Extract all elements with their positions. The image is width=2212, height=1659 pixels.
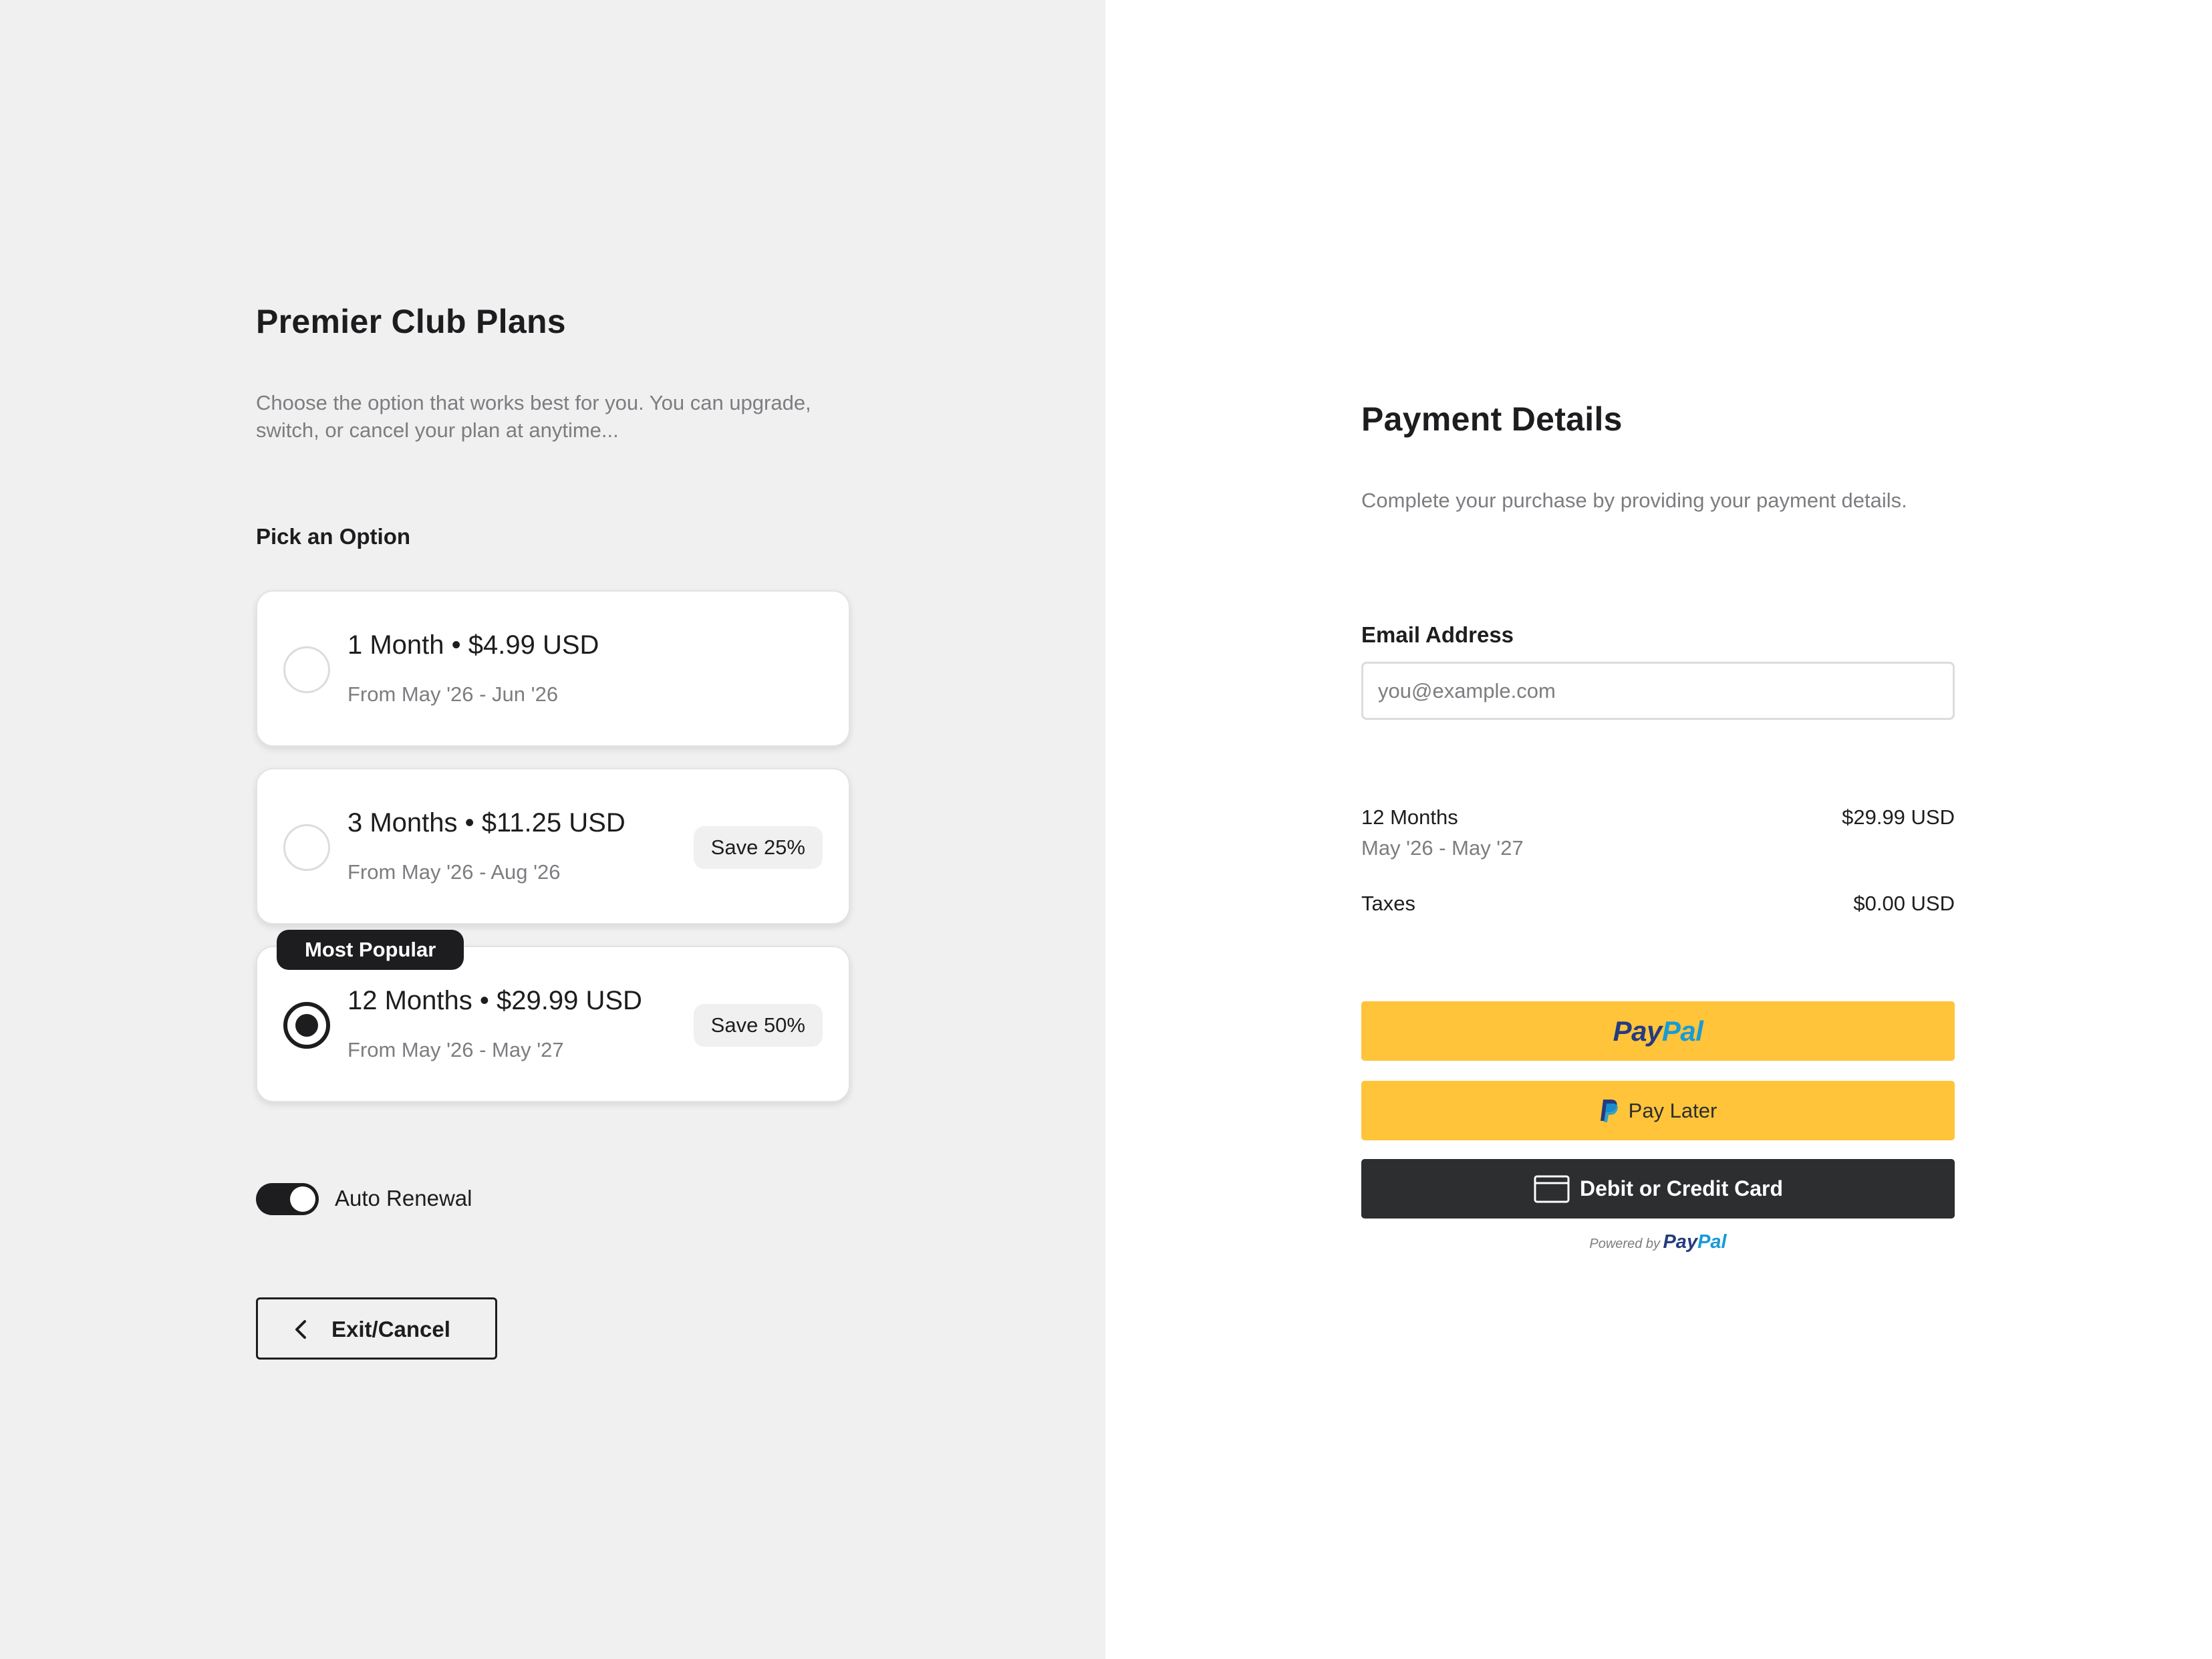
- toggle-knob: [290, 1186, 315, 1212]
- pick-option-label: Pick an Option: [256, 524, 411, 549]
- pay-later-label: Pay Later: [1628, 1098, 1717, 1122]
- most-popular-badge: Most Popular: [277, 930, 464, 970]
- pay-later-button[interactable]: Pay Later: [1361, 1081, 1955, 1140]
- debit-credit-card-button[interactable]: Debit or Credit Card: [1361, 1159, 1955, 1219]
- summary-tax-label: Taxes: [1361, 892, 1415, 915]
- radio-button[interactable]: [283, 824, 330, 871]
- save-badge: Save 50%: [693, 1004, 823, 1047]
- auto-renewal-label: Auto Renewal: [335, 1186, 472, 1210]
- powered-by-paypal: Powered by PayPal: [1361, 1231, 1955, 1253]
- payment-title: Payment Details: [1361, 400, 1623, 438]
- payment-description: Complete your purchase by providing your…: [1361, 489, 1907, 512]
- plan-option-3-months[interactable]: 3 Months • $11.25 USD From May '26 - Aug…: [256, 768, 850, 924]
- paypal-logo-part2: Pal: [1661, 1015, 1703, 1047]
- plan-name: 1 Month • $4.99 USD: [348, 630, 599, 660]
- payment-panel: [1105, 0, 2212, 1659]
- paypal-logo: PayPal: [1613, 1015, 1703, 1047]
- radio-button[interactable]: [283, 646, 330, 693]
- auto-renewal-toggle[interactable]: [256, 1183, 319, 1215]
- powered-logo-part2: Pal: [1697, 1231, 1727, 1253]
- radio-dot: [295, 1014, 318, 1037]
- plan-range: From May '26 - Aug '26: [348, 860, 561, 884]
- plans-panel: Premier Club Plans Choose the option tha…: [0, 0, 1105, 1659]
- powered-paypal-logo: PayPal: [1663, 1231, 1726, 1253]
- plans-title: Premier Club Plans: [256, 303, 566, 340]
- powered-logo-part1: Pay: [1663, 1231, 1698, 1253]
- paypal-button[interactable]: PayPal: [1361, 1001, 1955, 1061]
- email-label: Email Address: [1361, 622, 1514, 647]
- summary-plan-range: May '26 - May '27: [1361, 836, 1524, 860]
- summary-plan-price: $29.99 USD: [1842, 805, 1955, 829]
- powered-by-text: Powered by: [1589, 1237, 1661, 1251]
- chevron-left-icon: [295, 1320, 306, 1339]
- exit-cancel-label: Exit/Cancel: [331, 1317, 450, 1342]
- summary-tax-price: $0.00 USD: [1853, 892, 1955, 915]
- credit-card-icon: [1534, 1175, 1570, 1202]
- exit-cancel-button[interactable]: Exit/Cancel: [256, 1297, 497, 1360]
- save-badge: Save 25%: [693, 826, 823, 869]
- plan-option-1-month[interactable]: 1 Month • $4.99 USD From May '26 - Jun '…: [256, 590, 850, 747]
- plan-range: From May '26 - Jun '26: [348, 682, 559, 706]
- plan-range: From May '26 - May '27: [348, 1038, 564, 1061]
- paypal-logo-part1: Pay: [1613, 1015, 1663, 1047]
- summary-plan-name: 12 Months: [1361, 805, 1458, 829]
- plan-name: 12 Months • $29.99 USD: [348, 986, 642, 1015]
- card-button-label: Debit or Credit Card: [1579, 1176, 1784, 1200]
- plan-name: 3 Months • $11.25 USD: [348, 808, 626, 838]
- plans-description: Choose the option that works best for yo…: [256, 391, 811, 442]
- radio-button-selected[interactable]: [283, 1002, 330, 1049]
- paypal-p-icon: [1600, 1099, 1618, 1122]
- email-input[interactable]: [1361, 662, 1955, 720]
